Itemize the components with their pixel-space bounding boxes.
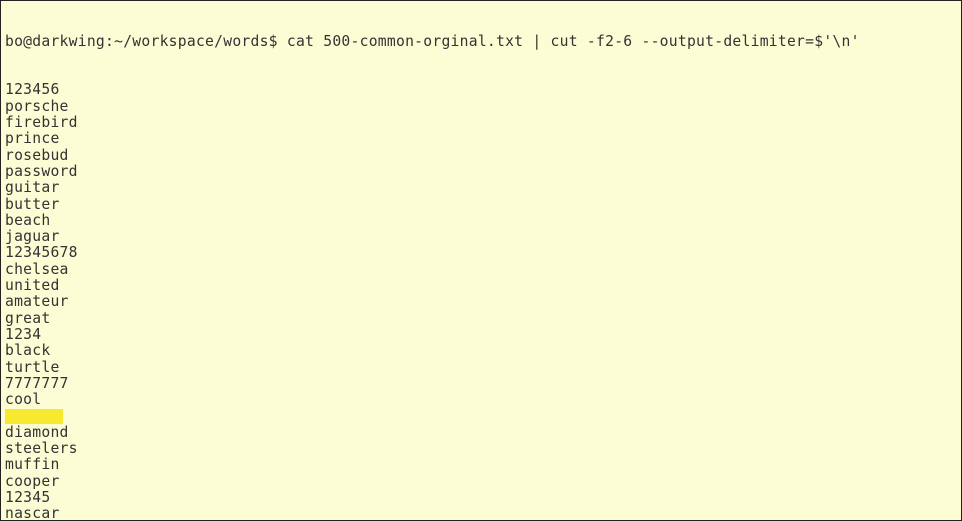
redacted-block (5, 409, 63, 424)
output-line: rosebud (5, 148, 957, 164)
prompt-line: bo@darkwing:~/workspace/words$ cat 500-c… (5, 34, 957, 50)
output-line: nascar (5, 506, 957, 521)
terminal-output: 123456porschefirebirdprincerosebudpasswo… (5, 82, 957, 521)
output-line: 7777777 (5, 376, 957, 392)
output-line: butter (5, 197, 957, 213)
output-line: turtle (5, 360, 957, 376)
output-line: prince (5, 131, 957, 147)
output-line: united (5, 278, 957, 294)
output-line: cool (5, 392, 957, 408)
output-line: cooper (5, 474, 957, 490)
terminal-window[interactable]: bo@darkwing:~/workspace/words$ cat 500-c… (0, 0, 962, 521)
output-line: 1234 (5, 327, 957, 343)
output-line: muffin (5, 457, 957, 473)
output-line: guitar (5, 180, 957, 196)
output-line: firebird (5, 115, 957, 131)
output-line: jaguar (5, 229, 957, 245)
output-line: great (5, 311, 957, 327)
output-line: beach (5, 213, 957, 229)
output-line: 12345 (5, 490, 957, 506)
output-line: diamond (5, 425, 957, 441)
output-line: password (5, 164, 957, 180)
output-line: black (5, 343, 957, 359)
output-line: amateur (5, 294, 957, 310)
output-line: chelsea (5, 262, 957, 278)
output-line (5, 408, 957, 424)
output-line: steelers (5, 441, 957, 457)
output-line: porsche (5, 99, 957, 115)
output-line: 123456 (5, 82, 957, 98)
output-line: 12345678 (5, 245, 957, 261)
